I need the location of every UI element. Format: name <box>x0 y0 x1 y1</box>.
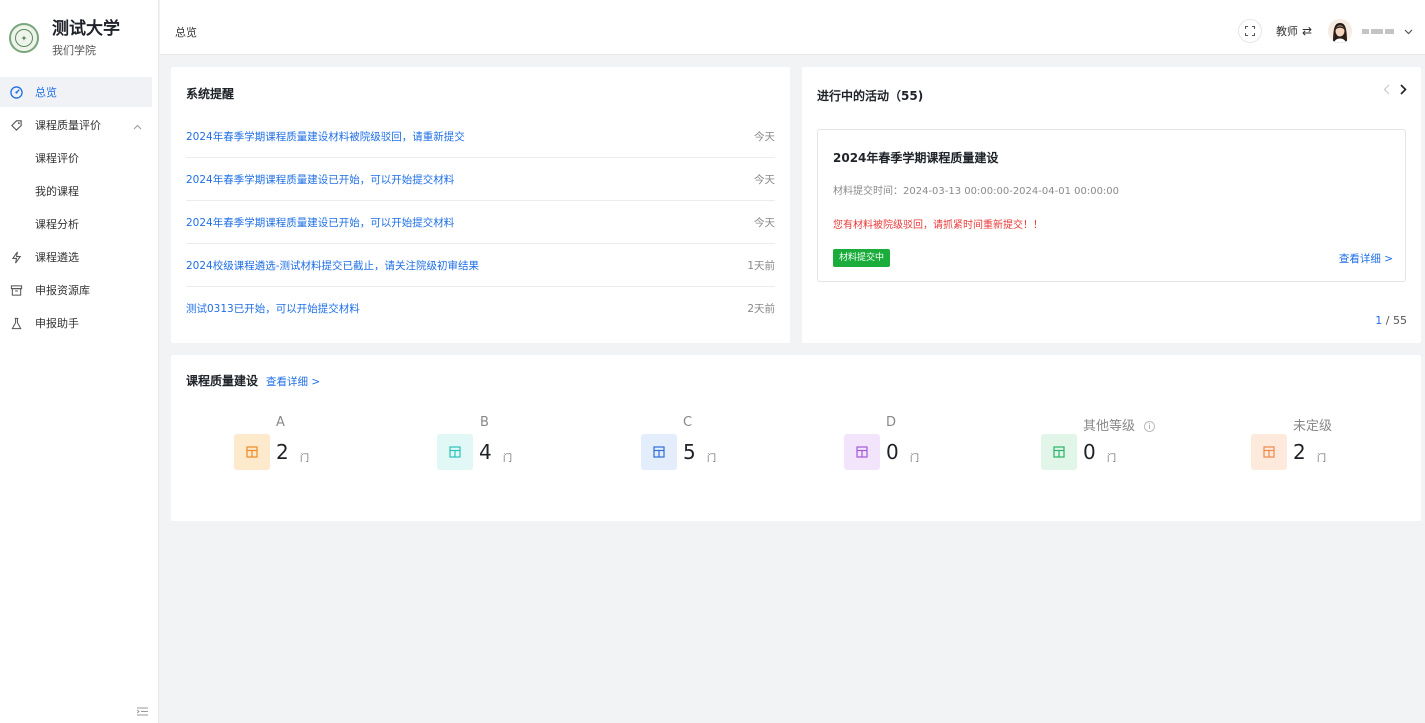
list-item[interactable]: 2024年春季学期课程质量建设已开始，可以开始提交材料 今天 <box>186 201 775 244</box>
view-detail-link[interactable]: 查看详细 > <box>1339 251 1393 266</box>
notice-time: 2天前 <box>747 303 775 315</box>
notice-time: 今天 <box>754 216 775 229</box>
spark-icon <box>9 250 23 264</box>
grade-unit: 门 <box>910 454 920 464</box>
chevron-left-icon[interactable] <box>1383 84 1390 98</box>
chevron-right-icon[interactable] <box>1400 84 1407 98</box>
grade-unit: 门 <box>1317 454 1327 464</box>
grade-count: 4 <box>479 440 492 464</box>
sidebar-item-resource-library[interactable]: 申报资源库 <box>0 275 158 305</box>
switch-icon: ⇄ <box>1301 24 1312 38</box>
flask-icon <box>9 316 23 330</box>
sidebar-item-label: 总览 <box>35 86 57 99</box>
role-label: 教师 <box>1275 25 1298 38</box>
system-notice-title: 系统提醒 <box>186 87 235 101</box>
pager-total: / 55 <box>1382 314 1407 327</box>
notice-link[interactable]: 2024校级课程遴选-测试材料提交已截止，请关注院级初审结果 <box>186 258 479 273</box>
course-quality-panel: 课程质量建设 查看详细 > A 2 门 B 4 门 C 5 门 D 0 门 其他… <box>171 355 1421 521</box>
archive-icon <box>9 283 23 297</box>
ongoing-activities-panel: 进行中的活动（55) 2024年春季学期课程质量建设 材料提交时间：2024-0… <box>802 67 1421 343</box>
logo-emblem: ✦ <box>15 29 33 47</box>
activity-card: 2024年春季学期课程质量建设 材料提交时间：2024-03-13 00:00:… <box>817 129 1406 282</box>
user-name-redacted[interactable] <box>1362 28 1396 34</box>
sidebar-item-label: 课程质量评价 <box>35 119 101 132</box>
fullscreen-icon <box>1244 26 1255 36</box>
course-grid-icon <box>437 434 473 470</box>
university-logo: ✦ <box>9 23 39 53</box>
avatar[interactable] <box>1328 19 1352 43</box>
university-name: 测试大学 <box>52 18 120 39</box>
status-badge: 材料提交中 <box>833 249 891 267</box>
sidebar-item-label: 课程评价 <box>35 152 79 165</box>
grade-unit: 门 <box>503 454 513 464</box>
sidebar-nav: 总览 课程质量评价 课程评价 我的课程 课程分析 课程遴选 申报资源库 申报助手 <box>0 77 158 338</box>
system-notice-panel: 系统提醒 2024年春季学期课程质量建设材料被院级驳回，请重新提交 今天 202… <box>171 67 790 343</box>
notice-time: 今天 <box>754 173 775 186</box>
chevron-up-icon[interactable] <box>133 120 142 133</box>
notice-link[interactable]: 测试0313已开始，可以开始提交材料 <box>186 301 360 316</box>
grade-label: C <box>683 415 693 430</box>
grade-count: 0 <box>1083 440 1096 464</box>
collapse-sidebar-icon[interactable] <box>135 704 149 718</box>
notice-link[interactable]: 2024年春季学期课程质量建设材料被院级驳回，请重新提交 <box>186 129 465 144</box>
role-switcher[interactable]: 教师 ⇄ <box>1276 23 1312 39</box>
grade-label-text: 其他等级 <box>1083 419 1136 434</box>
grade-count: 2 <box>1293 440 1306 464</box>
activity-pager: 1 / 55 <box>1375 314 1407 327</box>
notice-list: 2024年春季学期课程质量建设材料被院级驳回，请重新提交 今天 2024年春季学… <box>186 115 775 330</box>
activities-title: 进行中的活动（55) <box>817 89 924 103</box>
sidebar-item-label: 课程遴选 <box>35 251 79 264</box>
grade-label: B <box>480 415 489 430</box>
grade-unit: 门 <box>300 454 310 464</box>
list-item[interactable]: 测试0313已开始，可以开始提交材料 2天前 <box>186 287 775 330</box>
grade-unit: 门 <box>707 454 717 464</box>
brand: ✦ 测试大学 我们学院 <box>0 0 158 76</box>
course-quality-title: 课程质量建设 <box>186 374 259 388</box>
sidebar-item-course-analysis[interactable]: 课程分析 <box>0 209 158 239</box>
grade-count: 2 <box>276 440 289 464</box>
sidebar-item-label: 我的课程 <box>35 185 79 198</box>
grade-label: 其他等级 i <box>1083 415 1156 434</box>
course-grid-icon <box>641 434 677 470</box>
activity-title: 2024年春季学期课程质量建设 <box>833 151 999 165</box>
grade-count: 0 <box>886 440 899 464</box>
grade-label: 未定级 <box>1293 419 1333 434</box>
course-grid-icon <box>234 434 270 470</box>
notice-time: 1天前 <box>747 259 775 272</box>
course-grid-icon <box>1041 434 1077 470</box>
grade-label: A <box>276 415 285 430</box>
sidebar-item-label: 申报助手 <box>35 317 79 330</box>
sidebar-item-course-selection[interactable]: 课程遴选 <box>0 242 158 272</box>
sidebar-item-label: 申报资源库 <box>35 284 90 297</box>
sidebar-item-course-evaluation[interactable]: 课程评价 <box>0 143 158 173</box>
list-item[interactable]: 2024校级课程遴选-测试材料提交已截止，请关注院级初审结果 1天前 <box>186 244 775 287</box>
info-icon[interactable]: i <box>1144 421 1156 432</box>
notice-link[interactable]: 2024年春季学期课程质量建设已开始，可以开始提交材料 <box>186 172 454 187</box>
sidebar-item-my-courses[interactable]: 我的课程 <box>0 176 158 206</box>
tag-icon <box>9 118 23 132</box>
top-header: 总览 教师 ⇄ <box>160 0 1425 55</box>
college-name: 我们学院 <box>52 43 96 57</box>
list-item[interactable]: 2024年春季学期课程质量建设已开始，可以开始提交材料 今天 <box>186 158 775 201</box>
sidebar-item-application-assistant[interactable]: 申报助手 <box>0 308 158 338</box>
course-grid-icon <box>1251 434 1287 470</box>
grade-unit: 门 <box>1107 454 1117 464</box>
sidebar-item-course-quality[interactable]: 课程质量评价 <box>0 110 158 140</box>
fullscreen-button[interactable] <box>1237 19 1262 43</box>
grade-label: D <box>886 415 897 430</box>
sidebar-item-overview[interactable]: 总览 <box>0 77 152 107</box>
list-item[interactable]: 2024年春季学期课程质量建设材料被院级驳回，请重新提交 今天 <box>186 115 775 158</box>
notice-link[interactable]: 2024年春季学期课程质量建设已开始，可以开始提交材料 <box>186 215 454 230</box>
view-detail-link[interactable]: 查看详细 > <box>266 374 320 389</box>
chevron-down-icon[interactable] <box>1404 24 1413 38</box>
course-grid-icon <box>844 434 880 470</box>
dashboard-icon <box>9 85 23 99</box>
submission-period: 材料提交时间：2024-03-13 00:00:00-2024-04-01 00… <box>833 186 1120 197</box>
notice-time: 今天 <box>754 130 775 143</box>
grade-count: 5 <box>683 440 696 464</box>
sidebar-item-label: 课程分析 <box>35 218 79 231</box>
rejection-warning: 您有材料被院级驳回，请抓紧时间重新提交！！ <box>833 220 1043 231</box>
sidebar: ✦ 测试大学 我们学院 总览 课程质量评价 课程评价 我的课程 课程分析 课程遴… <box>0 0 159 723</box>
breadcrumb: 总览 <box>175 26 197 39</box>
